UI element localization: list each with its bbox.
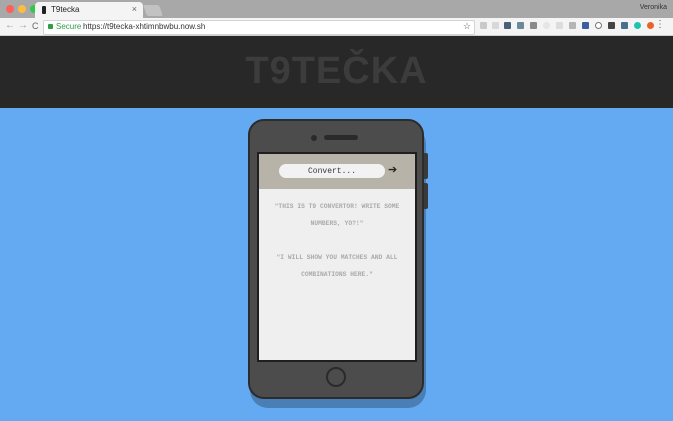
submit-arrow-icon[interactable]: ➔	[388, 163, 397, 177]
phone-speaker	[324, 135, 358, 140]
extension-icon[interactable]	[530, 22, 537, 29]
page-header: T9TEČKA	[0, 36, 673, 108]
reload-icon[interactable]: C	[32, 20, 39, 32]
profile-name[interactable]: Veronika	[640, 4, 667, 11]
phone-screen: ➔ "THIS IS T9 CONVERTOR! WRITE SOME NUMB…	[257, 152, 417, 362]
url-text[interactable]: https://t9tecka-xhtimnbwbu.now.sh	[83, 22, 205, 31]
phone-side-button	[424, 183, 428, 209]
extension-icon[interactable]	[634, 22, 641, 29]
phone-mockup: ➔ "THIS IS T9 CONVERTOR! WRITE SOME NUMB…	[248, 119, 428, 399]
extension-icon[interactable]	[504, 22, 511, 29]
browser-tab-bar: T9tecka × Veronika	[0, 0, 673, 18]
tab-close-icon[interactable]: ×	[132, 4, 137, 14]
address-bar[interactable]: Secure https://t9tecka-xhtimnbwbu.now.sh…	[43, 20, 475, 35]
tab-title: T9tecka	[51, 5, 80, 14]
lock-icon	[48, 24, 53, 29]
phone-home-button	[326, 367, 346, 387]
window-controls	[6, 5, 38, 13]
intro-message: "THIS IS T9 CONVERTOR! WRITE SOME NUMBER…	[274, 203, 400, 227]
site-logo: T9TEČKA	[245, 50, 428, 92]
extension-icon[interactable]	[543, 22, 550, 29]
minimize-window-button[interactable]	[18, 5, 26, 13]
browser-toolbar: ← → C Secure https://t9tecka-xhtimnbwbu.…	[0, 18, 673, 36]
browser-menu-icon[interactable]: ⋮	[655, 20, 665, 30]
browser-tab[interactable]: T9tecka ×	[35, 2, 143, 18]
favicon-icon	[42, 6, 46, 14]
bookmark-star-icon[interactable]: ☆	[463, 21, 471, 32]
secure-label: Secure	[56, 22, 82, 31]
close-window-button[interactable]	[6, 5, 14, 13]
convert-input[interactable]	[279, 164, 385, 178]
extension-icon[interactable]	[556, 22, 563, 29]
back-icon[interactable]: ←	[5, 20, 15, 32]
new-tab-button[interactable]	[142, 5, 164, 16]
converter-bar: ➔	[259, 154, 415, 189]
extension-icon[interactable]	[517, 22, 524, 29]
phone-camera	[311, 135, 317, 141]
extension-icon[interactable]	[647, 22, 654, 29]
extension-icon[interactable]	[480, 22, 487, 29]
extension-icon[interactable]	[621, 22, 628, 29]
extension-icon[interactable]	[608, 22, 615, 29]
forward-icon[interactable]: →	[18, 20, 28, 32]
extension-icon[interactable]	[595, 22, 602, 29]
extension-icon[interactable]	[492, 22, 499, 29]
extension-icon[interactable]	[582, 22, 589, 29]
hint-message: "I WILL SHOW YOU MATCHES AND ALL COMBINA…	[276, 254, 398, 278]
extension-icon[interactable]	[569, 22, 576, 29]
phone-side-button	[424, 153, 428, 179]
